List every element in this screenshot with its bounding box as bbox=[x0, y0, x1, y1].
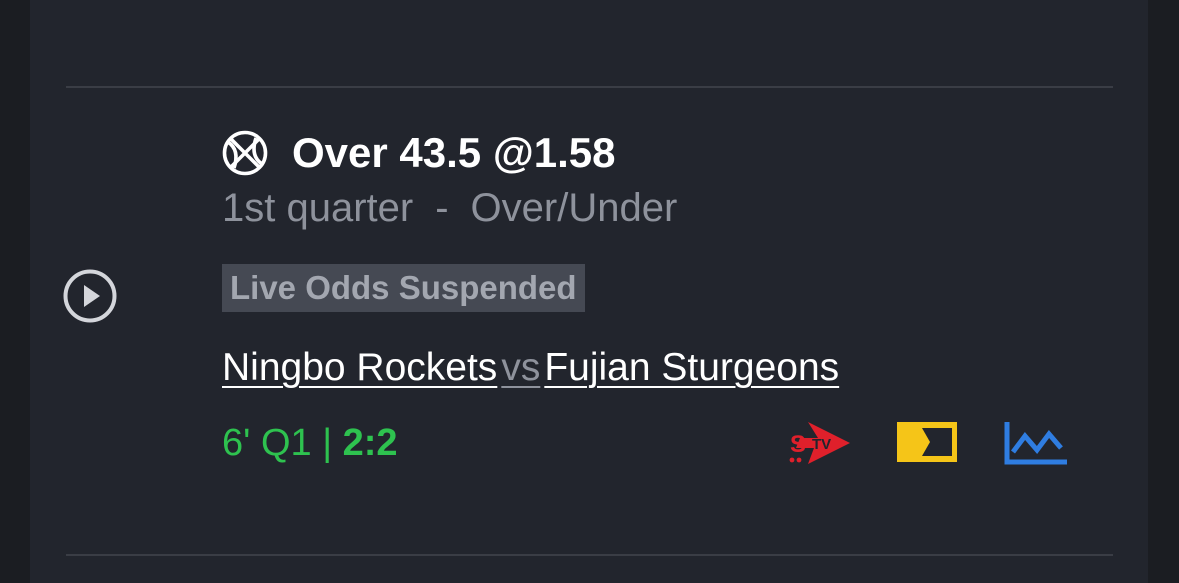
stats-chart-icon[interactable] bbox=[1003, 420, 1069, 466]
home-team-link[interactable]: Ningbo Rockets bbox=[222, 346, 497, 389]
svg-text:TV: TV bbox=[812, 436, 831, 453]
vs-label: vs bbox=[501, 346, 541, 389]
play-circle-icon[interactable] bbox=[63, 269, 117, 323]
divider-bottom bbox=[66, 554, 1113, 556]
status-badge: Live Odds Suspended bbox=[222, 264, 585, 312]
score-value: 2:2 bbox=[342, 422, 398, 464]
divider-top bbox=[66, 86, 1113, 88]
market-separator: - bbox=[435, 186, 449, 230]
away-team-link[interactable]: Fujian Sturgeons bbox=[544, 346, 839, 389]
selection-title: Over 43.5 @1.58 bbox=[292, 129, 616, 176]
live-score: 6' Q1 | 2:2 bbox=[222, 418, 398, 468]
selection-row: Over 43.5 @1.58 bbox=[222, 130, 616, 176]
tv-screen-icon[interactable] bbox=[895, 420, 959, 464]
market-label: Over/Under bbox=[470, 186, 678, 230]
market-description: 1st quarter - Over/Under bbox=[222, 184, 677, 232]
basketball-icon bbox=[222, 130, 268, 176]
svg-text:S: S bbox=[790, 431, 806, 458]
period-label: 1st quarter bbox=[222, 186, 414, 230]
match-time-period: 6' Q1 | bbox=[222, 422, 333, 464]
stv-icon[interactable]: S TV bbox=[786, 418, 852, 468]
match-teams: Ningbo Rockets vs Fujian Sturgeons bbox=[222, 343, 839, 393]
